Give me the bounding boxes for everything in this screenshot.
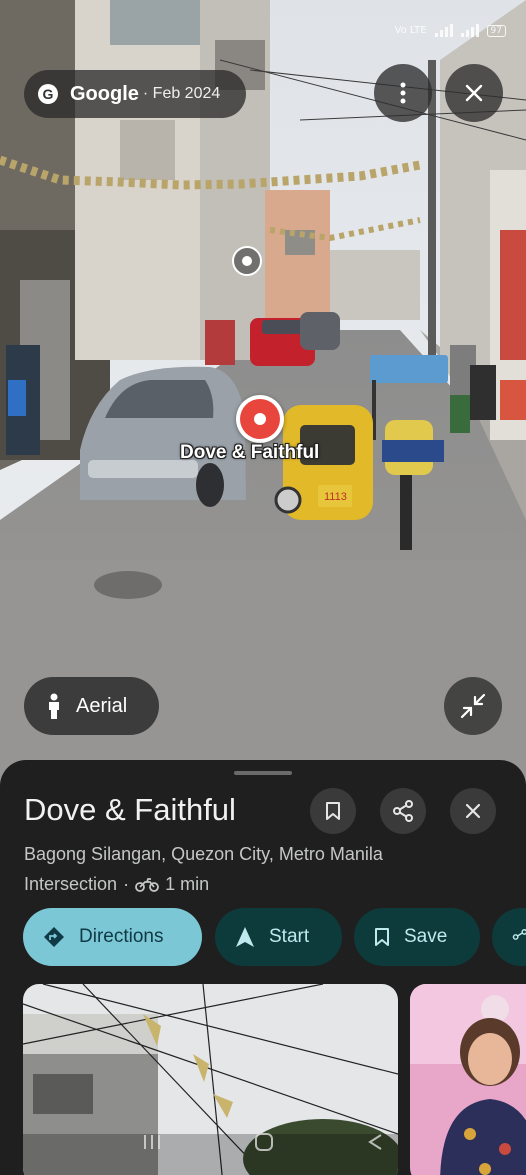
place-title: Dove & Faithful — [24, 792, 236, 827]
save-icon-button[interactable] — [310, 788, 356, 834]
google-provider-label: Google — [70, 82, 139, 105]
travel-time: 1 min — [165, 874, 210, 894]
bookmark-icon — [326, 802, 340, 820]
save-button[interactable]: Save — [354, 908, 480, 966]
back-icon[interactable] — [366, 1133, 384, 1151]
motorcycle-icon — [135, 877, 159, 892]
aerial-button[interactable]: Aerial — [24, 677, 159, 735]
navigation-arrow-icon — [236, 927, 254, 947]
street-view-panorama[interactable]: 1113 Vo LTE 97 G Google · Feb 2024 Dove … — [0, 0, 526, 800]
tricycle-plate-text: 1113 — [324, 491, 347, 503]
more-options-button[interactable] — [374, 64, 432, 122]
network-indicator: Vo LTE — [394, 25, 427, 36]
google-g-icon: G — [38, 84, 58, 104]
place-type: Intersection — [24, 874, 118, 894]
close-street-view-button[interactable] — [445, 64, 503, 122]
street-view-nav-marker[interactable] — [232, 246, 262, 276]
share-icon — [512, 929, 526, 940]
sheet-drag-handle[interactable] — [234, 771, 292, 775]
close-sheet-button[interactable] — [450, 788, 496, 834]
save-label: Save — [404, 926, 448, 947]
share-chip-button[interactable] — [492, 908, 526, 966]
system-navigation-bar — [0, 1108, 526, 1175]
person-icon — [49, 693, 59, 719]
collapse-view-button[interactable] — [444, 677, 502, 735]
aerial-label: Aerial — [76, 694, 128, 717]
place-address: Bagong Silangan, Quezon City, Metro Mani… — [24, 844, 383, 864]
home-icon[interactable] — [254, 1132, 274, 1152]
directions-label: Directions — [79, 926, 164, 947]
start-label: Start — [269, 926, 310, 947]
separator-dot: · — [123, 874, 130, 894]
battery-indicator: 97 — [486, 24, 506, 37]
collapse-arrows-icon — [460, 693, 486, 719]
recent-apps-icon[interactable] — [142, 1133, 162, 1151]
place-meta: Intersection · 1 min — [24, 874, 209, 895]
share-icon — [393, 800, 413, 822]
start-button[interactable]: Start — [215, 908, 342, 966]
signal-icon — [434, 24, 453, 37]
place-pin-label[interactable]: Dove & Faithful — [180, 442, 319, 464]
directions-icon — [44, 927, 64, 947]
capture-date: · Feb 2024 — [142, 85, 221, 102]
bookmark-icon — [375, 928, 389, 946]
signal-icon-2 — [460, 24, 479, 37]
google-attribution-pill[interactable]: G Google · Feb 2024 — [24, 70, 246, 118]
directions-button[interactable]: Directions — [23, 908, 202, 966]
status-bar: Vo LTE 97 — [395, 24, 506, 37]
share-button[interactable] — [380, 788, 426, 834]
more-vert-icon — [400, 82, 406, 104]
close-icon — [465, 84, 483, 102]
place-pin-icon[interactable] — [236, 395, 284, 443]
close-icon — [465, 803, 481, 819]
